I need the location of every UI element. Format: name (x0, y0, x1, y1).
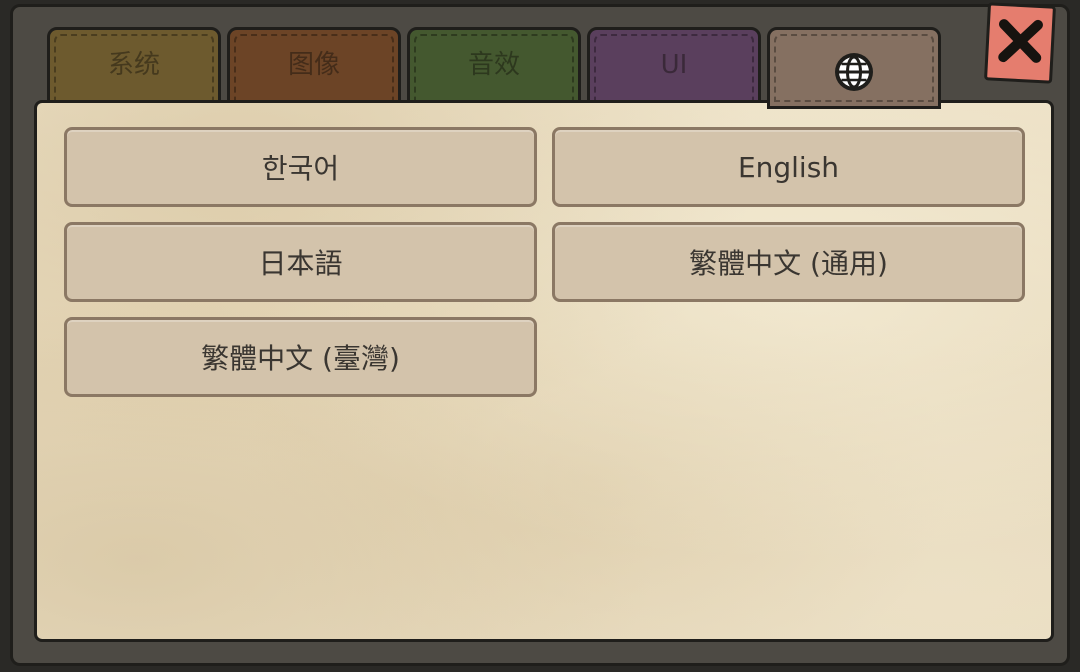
language-label-japanese: 日本語 (258, 247, 343, 280)
language-label-traditional-chinese-general: 繁體中文 (通用) (689, 247, 888, 280)
tab-audio[interactable]: 音效 (407, 27, 581, 109)
language-label-korean: 한국어 (261, 152, 340, 185)
tab-graphics[interactable]: 图像 (227, 27, 401, 109)
language-panel: 한국어 English 日本語 繁體中文 (通用) 繁體中文 (臺灣) (34, 100, 1054, 642)
language-button-english[interactable]: English (552, 127, 1025, 207)
tab-language[interactable] (767, 27, 941, 109)
tab-ui[interactable]: UI (587, 27, 761, 109)
language-button-traditional-chinese-taiwan[interactable]: 繁體中文 (臺灣) (64, 317, 537, 397)
language-button-traditional-chinese-general[interactable]: 繁體中文 (通用) (552, 222, 1025, 302)
tab-audio-label: 音效 (467, 50, 520, 80)
tab-graphics-label: 图像 (287, 50, 340, 80)
language-label-english: English (737, 150, 840, 184)
globe-icon (833, 51, 875, 93)
language-button-korean[interactable]: 한국어 (64, 127, 537, 207)
tab-ui-label: UI (660, 50, 688, 80)
tab-system[interactable]: 系统 (47, 27, 221, 109)
language-label-traditional-chinese-taiwan: 繁體中文 (臺灣) (201, 342, 400, 375)
tab-system-label: 系统 (107, 50, 160, 80)
close-button[interactable] (984, 2, 1056, 84)
close-x-icon (995, 16, 1046, 70)
language-button-japanese[interactable]: 日本語 (64, 222, 537, 302)
